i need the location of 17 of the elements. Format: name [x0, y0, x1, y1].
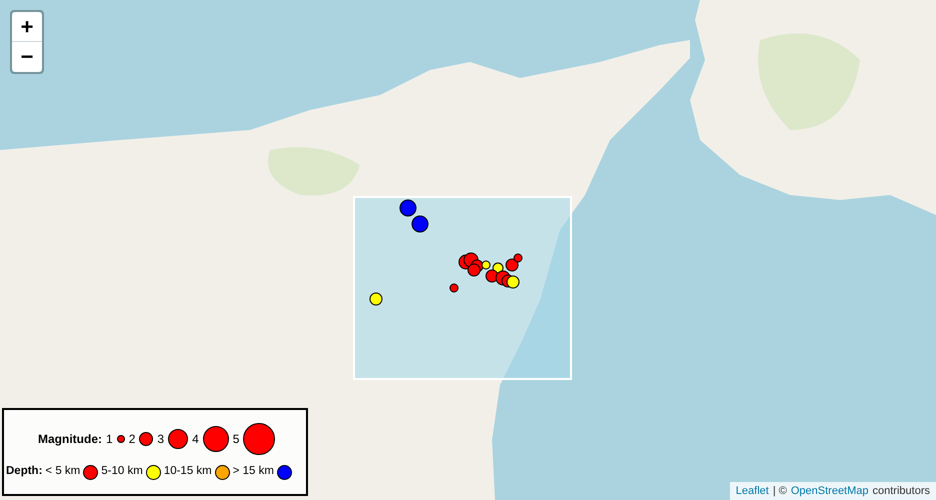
- depth-label: Depth:: [6, 464, 42, 480]
- zoom-button[interactable]: −: [12, 42, 42, 72]
- depth-range: > 15 km: [232, 464, 274, 480]
- zoom-button[interactable]: +: [12, 12, 42, 42]
- depth-range: 10-15 km: [164, 464, 212, 480]
- magnitude-value: 2: [128, 431, 136, 448]
- magnitude-value: 4: [192, 431, 199, 448]
- attribution-text: contributors: [872, 484, 930, 499]
- magnitude-value: 3: [157, 431, 164, 448]
- depth-range: 5-10 km: [101, 464, 143, 480]
- magnitude-value: 5: [232, 431, 240, 448]
- openstreetmap-link[interactable]: OpenStreetMap: [790, 482, 869, 500]
- leaflet-link[interactable]: Leaflet: [736, 482, 769, 500]
- magnitude-label: Magnitude:: [38, 431, 102, 448]
- depth-range: < 5 km: [45, 464, 80, 480]
- magnitude-value: 1: [106, 431, 113, 448]
- attribution-separator: | ©: [772, 484, 787, 499]
